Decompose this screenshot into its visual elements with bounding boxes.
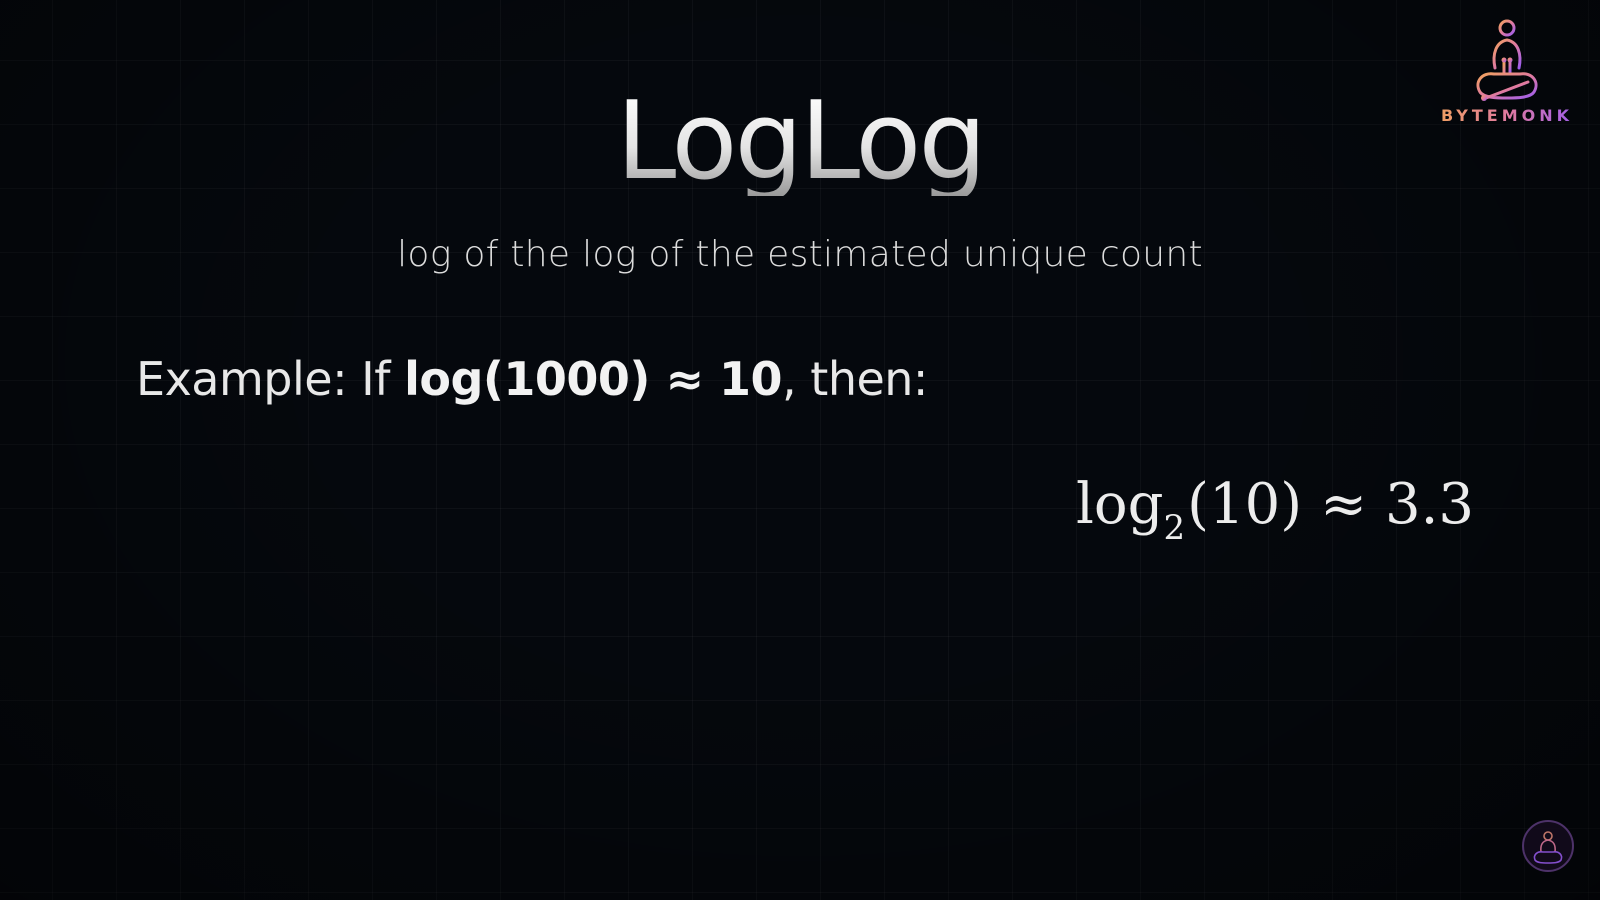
formula-relation: ≈ [1320,472,1367,537]
monk-logo-icon [1476,19,1538,101]
example-suffix: , then: [782,352,928,406]
channel-avatar[interactable] [1522,820,1574,872]
example-expression: log(1000) ≈ 10 [404,352,783,406]
formula-result: 3.3 [1385,472,1475,537]
example-prefix: Example: If [136,352,405,406]
channel-avatar-icon [1533,831,1563,864]
example-statement: Example: If log(1000) ≈ 10, then: [136,352,928,406]
brand-name: BYTEMONK [1432,106,1582,125]
formula-argument: (10) [1187,472,1303,537]
brand-logo: BYTEMONK [1432,18,1582,128]
slide-title: LogLog [0,88,1600,196]
slide-subtitle: log of the log of the estimated unique c… [397,234,1203,275]
formula: log2(10) ≈3.3 [1076,472,1475,548]
formula-function: log [1076,472,1164,537]
formula-base: 2 [1163,508,1186,548]
